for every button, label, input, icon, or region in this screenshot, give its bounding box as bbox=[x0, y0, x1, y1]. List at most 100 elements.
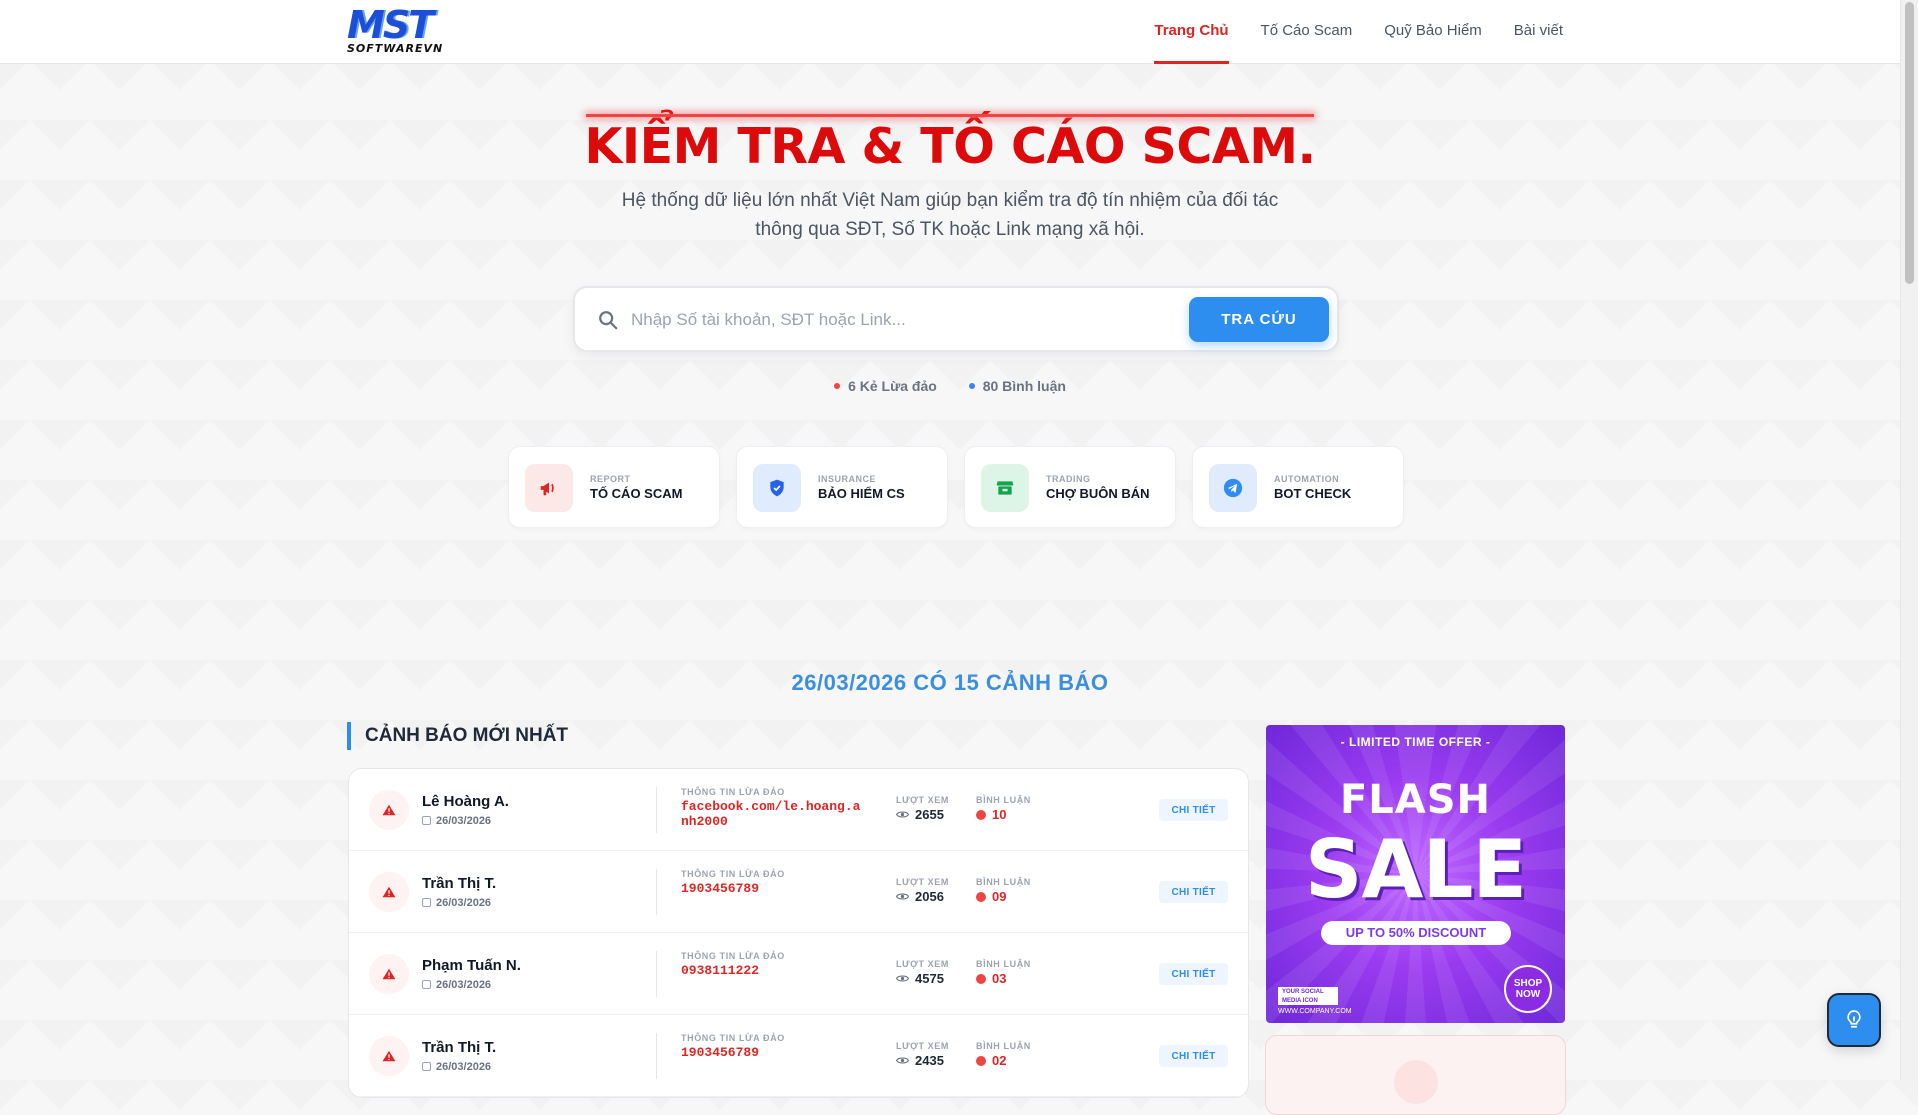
nav-report-scam[interactable]: Tố Cáo Scam bbox=[1261, 0, 1353, 64]
comments-label: BÌNH LUẬN bbox=[976, 1041, 1031, 1051]
scrollbar-thumb[interactable] bbox=[1905, 2, 1914, 284]
stats-bar: 6 Kẻ Lừa đảo 80 Bình luận bbox=[0, 378, 1900, 394]
scam-info-value: 1903456789 bbox=[681, 881, 760, 896]
logo-wordmark: SOFTWAREVN bbox=[347, 42, 444, 55]
stat-scammers: 6 Kẻ Lừa đảo bbox=[834, 378, 937, 394]
warning-row[interactable]: Phạm Tuấn N. 26/03/2026 THÔNG TIN LỪA ĐẢ… bbox=[349, 933, 1248, 1015]
hero-subtitle: Hệ thống dữ liệu lớn nhất Việt Nam giúp … bbox=[621, 190, 1279, 240]
stat-comments: 80 Bình luận bbox=[968, 378, 1066, 394]
view-count: LƯỢT XEM 2435 bbox=[896, 1041, 949, 1068]
scam-info-value: 0938111222 bbox=[681, 963, 760, 978]
feature-card-insurance[interactable]: INSURANCE BẢO HIỂM CS bbox=[736, 446, 948, 528]
latest-warnings-heading: CẢNH BÁO MỚI NHẤT bbox=[347, 722, 568, 750]
views-label: LƯỢT XEM bbox=[896, 795, 949, 805]
detail-button[interactable]: CHI TIẾT bbox=[1159, 1045, 1228, 1067]
hero-title: KIỂM TRA & TỐ CÁO SCAM. bbox=[0, 108, 1900, 175]
feature-card-small: AUTOMATION bbox=[1274, 474, 1340, 484]
scam-info-value: 1903456789 bbox=[681, 1045, 760, 1060]
divider bbox=[656, 951, 657, 997]
date-warning-count: 26/03/2026 CÓ 15 CẢNH BÁO bbox=[791, 670, 1109, 695]
views-value: 2056 bbox=[915, 889, 944, 904]
views-label: LƯỢT XEM bbox=[896, 877, 949, 887]
calendar-icon bbox=[422, 979, 431, 989]
flash-sale-ad[interactable]: - LIMITED TIME OFFER - FLASH SALE UP TO … bbox=[1266, 725, 1565, 1023]
eye-icon bbox=[896, 975, 909, 982]
comments-label: BÌNH LUẬN bbox=[976, 795, 1031, 805]
sidebar-warning-card bbox=[1265, 1035, 1566, 1115]
feature-card-trading[interactable]: TRADING CHỢ BUÔN BÁN bbox=[964, 446, 1176, 528]
search-button[interactable]: TRA CỨU bbox=[1189, 297, 1329, 342]
view-count: LƯỢT XEM 2655 bbox=[896, 795, 949, 822]
floating-idea-button[interactable] bbox=[1827, 993, 1881, 1047]
page-scrollbar[interactable] bbox=[1900, 0, 1918, 1080]
eye-icon bbox=[896, 811, 909, 818]
eye-icon bbox=[896, 1057, 909, 1064]
scam-info: THÔNG TIN LỪA ĐẢO facebook.com/le.hoang.… bbox=[681, 787, 861, 829]
nav-insurance-fund[interactable]: Quỹ Bảo Hiểm bbox=[1384, 0, 1482, 64]
ad-discount-pill: UP TO 50% DISCOUNT bbox=[1321, 921, 1511, 945]
feature-card-title: BẢO HIỂM CS bbox=[818, 486, 905, 501]
calendar-icon bbox=[422, 897, 431, 907]
search-icon bbox=[599, 311, 618, 330]
calendar-icon bbox=[422, 1061, 431, 1071]
logo-mark: MST bbox=[347, 3, 434, 47]
detail-button[interactable]: CHI TIẾT bbox=[1159, 881, 1228, 903]
comments-value: 03 bbox=[992, 971, 1007, 986]
warning-row[interactable]: Lê Hoàng A. 26/03/2026 THÔNG TIN LỪA ĐẢO… bbox=[349, 769, 1248, 851]
ad-shop-now-button[interactable]: SHOP NOW bbox=[1504, 965, 1552, 1013]
comment-dot-icon bbox=[976, 891, 986, 902]
store-icon bbox=[981, 464, 1029, 512]
comments-value: 02 bbox=[992, 1053, 1007, 1068]
report-date-text: 26/03/2026 bbox=[436, 1061, 492, 1073]
scam-info-label: THÔNG TIN LỪA ĐẢO bbox=[681, 1033, 785, 1043]
report-date-text: 26/03/2026 bbox=[436, 979, 492, 991]
eye-icon bbox=[896, 893, 909, 900]
top-header: MST SOFTWAREVN Trang Chủ Tố Cáo Scam Quỹ… bbox=[0, 0, 1900, 64]
feature-card-title: TỐ CÁO SCAM bbox=[590, 486, 683, 501]
report-date: 26/03/2026 bbox=[422, 979, 491, 991]
telegram-icon bbox=[1209, 464, 1257, 512]
comment-count: BÌNH LUẬN 10 bbox=[976, 795, 1031, 822]
comment-count: BÌNH LUẬN 09 bbox=[976, 877, 1031, 904]
feature-card-small: TRADING bbox=[1046, 474, 1091, 484]
shield-icon bbox=[753, 464, 801, 512]
comment-dot-icon bbox=[976, 1055, 986, 1066]
stat-comments-text: 80 Bình luận bbox=[982, 378, 1066, 394]
scam-info-label: THÔNG TIN LỪA ĐẢO bbox=[681, 787, 785, 797]
stat-scammers-text: 6 Kẻ Lừa đảo bbox=[848, 378, 937, 394]
feature-card-small: REPORT bbox=[590, 474, 631, 484]
views-value: 4575 bbox=[915, 971, 944, 986]
scam-info: THÔNG TIN LỪA ĐẢO 1903456789 bbox=[681, 1033, 861, 1060]
warning-icon bbox=[1394, 1060, 1438, 1104]
search-input[interactable] bbox=[629, 302, 1189, 338]
scam-info-label: THÔNG TIN LỪA ĐẢO bbox=[681, 951, 785, 961]
comment-count: BÌNH LUẬN 02 bbox=[976, 1041, 1031, 1068]
feature-card-report[interactable]: REPORT TỐ CÁO SCAM bbox=[508, 446, 720, 528]
warning-icon bbox=[369, 790, 409, 830]
warning-row[interactable]: Trần Thị T. 26/03/2026 THÔNG TIN LỪA ĐẢO… bbox=[349, 851, 1248, 933]
divider bbox=[656, 787, 657, 833]
nav-home[interactable]: Trang Chủ bbox=[1154, 0, 1229, 64]
report-date-text: 26/03/2026 bbox=[436, 815, 492, 827]
feature-card-small: INSURANCE bbox=[818, 474, 877, 484]
scammer-name: Phạm Tuấn N. bbox=[422, 957, 521, 974]
nav-articles[interactable]: Bài viết bbox=[1514, 0, 1563, 64]
megaphone-icon bbox=[525, 464, 573, 512]
ad-social-text: YOUR SOCIAL MEDIA ICON bbox=[1278, 987, 1338, 1005]
detail-button[interactable]: CHI TIẾT bbox=[1159, 963, 1228, 985]
warning-icon bbox=[369, 872, 409, 912]
comment-dot-icon bbox=[976, 973, 986, 984]
comments-value: 09 bbox=[992, 889, 1007, 904]
main-nav: Trang Chủ Tố Cáo Scam Quỹ Bảo Hiểm Bài v… bbox=[1154, 0, 1563, 64]
feature-card-bot[interactable]: AUTOMATION BOT CHECK bbox=[1192, 446, 1404, 528]
detail-button[interactable]: CHI TIẾT bbox=[1159, 799, 1228, 821]
views-label: LƯỢT XEM bbox=[896, 1041, 949, 1051]
site-logo[interactable]: MST SOFTWAREVN bbox=[347, 3, 444, 56]
search-bar: TRA CỨU bbox=[573, 286, 1339, 352]
divider bbox=[656, 1033, 657, 1079]
views-value: 2655 bbox=[915, 807, 944, 822]
warning-row[interactable]: Trần Thị T. 26/03/2026 THÔNG TIN LỪA ĐẢO… bbox=[349, 1015, 1248, 1097]
warning-icon bbox=[369, 1036, 409, 1076]
scam-info-label: THÔNG TIN LỪA ĐẢO bbox=[681, 869, 785, 879]
hero-title-text: KIỂM TRA & TỐ CÁO SCAM. bbox=[584, 108, 1316, 175]
